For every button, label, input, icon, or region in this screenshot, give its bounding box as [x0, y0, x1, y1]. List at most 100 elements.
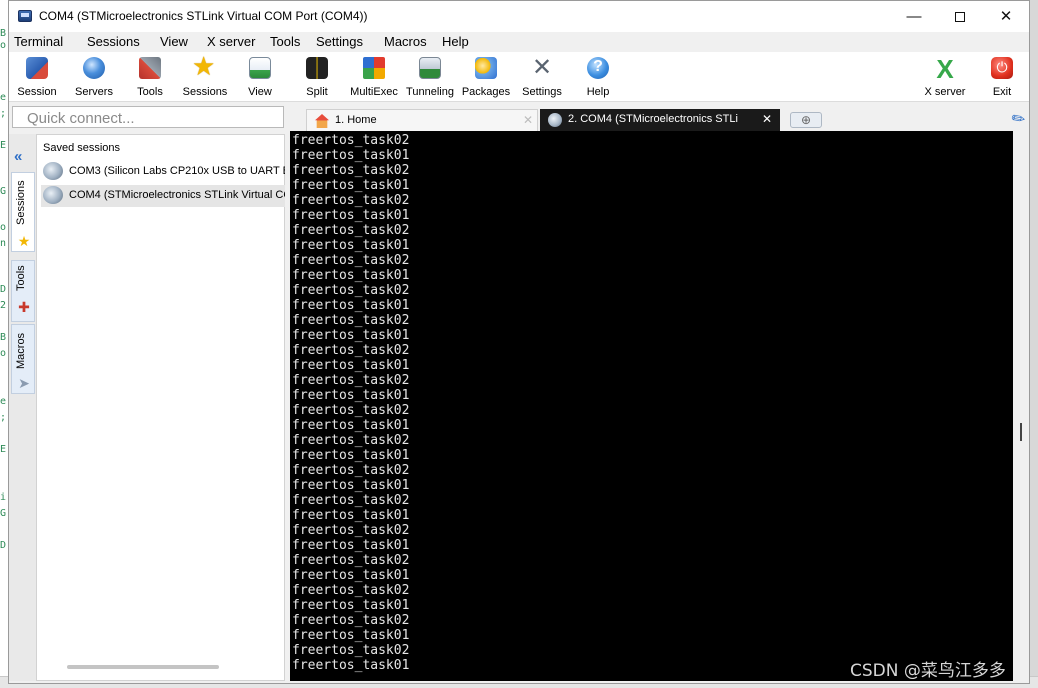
- background-editor-glyph: E: [0, 140, 7, 151]
- multiexec-button[interactable]: MultiExec: [347, 52, 401, 102]
- terminal-line: freertos_task01: [292, 568, 410, 583]
- side-tab-tools[interactable]: Tools ✚: [11, 260, 35, 322]
- terminal-line: freertos_task02: [292, 313, 410, 328]
- session-item-label: COM4 (STMicroelectronics STLink Virtual …: [69, 189, 285, 201]
- terminal-line: freertos_task01: [292, 628, 410, 643]
- background-editor-glyph: o: [0, 222, 7, 233]
- terminal-line: freertos_task02: [292, 583, 410, 598]
- sessions-panel: Saved sessions COM3 (Silicon Labs CP210x…: [36, 134, 285, 681]
- maximize-icon: [955, 12, 965, 23]
- settings-label: Settings: [522, 86, 562, 98]
- serial-port-icon: [548, 113, 562, 127]
- x-server-icon: [934, 54, 956, 85]
- settings-icon: [531, 53, 553, 82]
- background-editor-glyph: D: [0, 284, 7, 295]
- new-tab-button[interactable]: ⊕: [790, 112, 822, 128]
- background-editor-glyph: i: [0, 492, 7, 503]
- terminal-line: freertos_task02: [292, 133, 410, 148]
- app-icon: [18, 10, 32, 22]
- tab-home-close-icon[interactable]: ✕: [523, 113, 533, 127]
- maximize-button[interactable]: [937, 1, 983, 32]
- vertical-scrollbar[interactable]: [1013, 131, 1029, 681]
- menu-sessions[interactable]: Sessions: [87, 34, 140, 49]
- settings-button[interactable]: Settings: [519, 52, 565, 102]
- title-bar: COM4 (STMicroelectronics STLink Virtual …: [9, 1, 1029, 32]
- exit-label: Exit: [992, 86, 1012, 98]
- x-server-button[interactable]: X server: [921, 52, 969, 102]
- packages-button[interactable]: Packages: [461, 52, 511, 102]
- terminal-line: freertos_task01: [292, 298, 410, 313]
- menu-x-server[interactable]: X server: [207, 34, 255, 49]
- terminal-line: freertos_task01: [292, 238, 410, 253]
- servers-button[interactable]: Servers: [71, 52, 117, 102]
- paperclip-icon[interactable]: ✎: [1007, 107, 1030, 131]
- close-button[interactable]: ✕: [983, 1, 1029, 32]
- view-label: View: [248, 86, 272, 98]
- background-editor-strip: [0, 0, 8, 688]
- serial-port-icon: [43, 186, 63, 204]
- menu-bar: Terminal Sessions View X server Tools Se…: [9, 32, 1029, 52]
- tools-button[interactable]: Tools: [133, 52, 167, 102]
- collapse-sidebar-icon[interactable]: «: [14, 148, 22, 165]
- tools-icon: ✚: [18, 299, 30, 315]
- tunneling-button[interactable]: Tunneling: [405, 52, 455, 102]
- background-editor-glyph: n: [0, 238, 7, 249]
- terminal-line: freertos_task01: [292, 328, 410, 343]
- menu-settings[interactable]: Settings: [316, 34, 363, 49]
- terminal-line: freertos_task02: [292, 283, 410, 298]
- side-tab-sessions[interactable]: Sessions ★: [11, 172, 35, 252]
- help-label: Help: [586, 86, 610, 98]
- menu-tools[interactable]: Tools: [270, 34, 300, 49]
- terminal-line: freertos_task02: [292, 463, 410, 478]
- tab-home[interactable]: 1. Home ✕: [306, 109, 538, 131]
- multiexec-label: MultiExec: [350, 86, 398, 98]
- window-title: COM4 (STMicroelectronics STLink Virtual …: [39, 9, 368, 23]
- terminal-output[interactable]: freertos_task02 freertos_task01 freertos_t…: [290, 131, 1013, 681]
- terminal-line: freertos_task02: [292, 433, 410, 448]
- tab-com4[interactable]: 2. COM4 (STMicroelectronics STLi ✕: [540, 109, 780, 131]
- terminal-line: freertos_task02: [292, 193, 410, 208]
- menu-view[interactable]: View: [160, 34, 188, 49]
- terminal-line: freertos_task02: [292, 403, 410, 418]
- tab-com4-close-icon[interactable]: ✕: [762, 112, 772, 126]
- servers-icon: [83, 57, 105, 79]
- scrollbar-thumb[interactable]: [1020, 423, 1022, 441]
- x-server-label: X server: [924, 86, 966, 98]
- terminal-line: freertos_task01: [292, 358, 410, 373]
- session-icon: [26, 57, 48, 79]
- session-item-com4[interactable]: COM4 (STMicroelectronics STLink Virtual …: [41, 185, 285, 207]
- terminal-line: freertos_task02: [292, 643, 410, 658]
- tab-home-label: 1. Home: [335, 114, 377, 126]
- terminal-line: freertos_task02: [292, 343, 410, 358]
- terminal-line: freertos_task02: [292, 223, 410, 238]
- session-label: Session: [17, 86, 57, 98]
- watermark: CSDN @菜鸟江多多: [850, 661, 1006, 681]
- session-item-com3[interactable]: COM3 (Silicon Labs CP210x USB to UART Br…: [41, 161, 285, 183]
- menu-macros[interactable]: Macros: [384, 34, 427, 49]
- mobaxterm-window: COM4 (STMicroelectronics STLink Virtual …: [8, 0, 1030, 684]
- terminal-lines: freertos_task02 freertos_task01 freertos_t…: [292, 133, 409, 673]
- exit-button[interactable]: Exit: [987, 52, 1017, 102]
- horizontal-scrollbar[interactable]: [67, 665, 219, 669]
- side-tab-macros[interactable]: Macros ➤: [11, 324, 35, 394]
- background-editor-glyph: e: [0, 396, 7, 407]
- background-editor-glyph: e: [0, 92, 7, 103]
- background-editor-glyph: G: [0, 186, 7, 197]
- help-button[interactable]: Help: [583, 52, 613, 102]
- terminal-line: freertos_task01: [292, 478, 410, 493]
- split-button[interactable]: Split: [301, 52, 333, 102]
- sessions-button[interactable]: Sessions: [181, 51, 229, 102]
- tunneling-label: Tunneling: [406, 86, 454, 98]
- background-editor-glyph: 2: [0, 300, 7, 311]
- terminal-line: freertos_task01: [292, 598, 410, 613]
- background-editor-glyph: E: [0, 444, 7, 455]
- menu-terminal[interactable]: Terminal: [14, 34, 63, 49]
- view-button[interactable]: View: [245, 52, 275, 102]
- session-button[interactable]: Session: [15, 52, 59, 102]
- menu-help[interactable]: Help: [442, 34, 469, 49]
- minimize-button[interactable]: —: [891, 1, 937, 32]
- tab-bar: 1. Home ✕ 2. COM4 (STMicroelectronics ST…: [290, 108, 1029, 131]
- quick-connect-input[interactable]: [12, 106, 284, 128]
- packages-icon: [475, 57, 497, 79]
- background-editor-glyph: ;: [0, 412, 7, 423]
